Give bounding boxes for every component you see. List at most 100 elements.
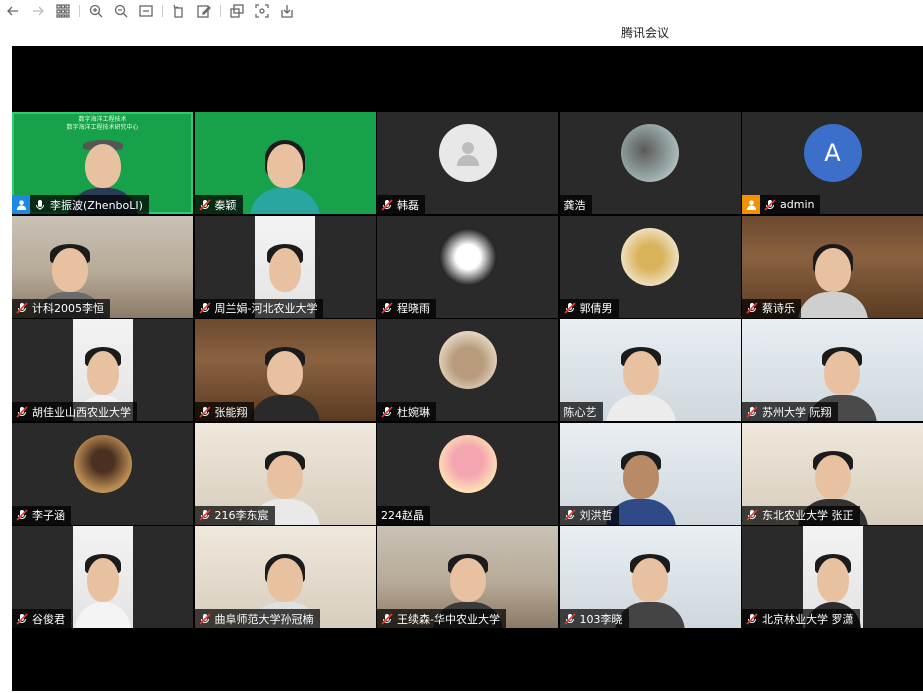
participant-name: 曲阜师范大学孙冠楠 [214, 612, 314, 626]
participant-nametag: 王续森-华中农业大学 [377, 609, 506, 628]
window-title: 腾讯会议 [620, 26, 669, 40]
participant-nametag: 张能翔 [194, 402, 254, 421]
mic-muted-icon [764, 198, 776, 211]
video-tile[interactable]: 谷俊君 [12, 526, 193, 628]
copy-icon[interactable] [228, 2, 246, 20]
participant-name: 程晓雨 [397, 302, 430, 315]
participant-video [250, 343, 320, 421]
participant-nametag: 蔡诗乐 [742, 298, 801, 318]
microphone-icon [36, 199, 44, 210]
video-tile[interactable]: 计科2005李恒 [12, 215, 193, 318]
grid-icon[interactable] [54, 2, 72, 20]
mic-muted-icon [198, 405, 211, 418]
fullscreen-icon[interactable] [253, 2, 271, 20]
participant-name: 龚浩 [563, 198, 586, 212]
participant-nametag: 李振波(ZhenboLI) [12, 195, 149, 214]
toolbar-divider [162, 5, 163, 17]
toolbar-divider [79, 5, 80, 17]
participant-nametag: 李子涵 [12, 505, 71, 525]
viewer-toolbar [0, 0, 923, 22]
video-tile[interactable]: 周兰娟-河北农业大学 [194, 215, 376, 318]
rotate-icon[interactable] [170, 2, 188, 20]
participant-nametag: 胡佳业山西农业大学 [12, 402, 137, 421]
participant-name: 周兰娟-河北农业大学 [214, 302, 318, 315]
participant-name: 陈心艺 [563, 405, 597, 419]
mic-muted-icon [563, 302, 576, 314]
video-tile[interactable]: 张能翔 [194, 319, 376, 421]
video-tile[interactable]: 韩磊 [377, 112, 558, 214]
video-tile[interactable]: 东北农业大学 张正 [742, 422, 923, 525]
download-icon[interactable] [278, 2, 296, 20]
video-tile[interactable]: 胡佳业山西农业大学 [12, 319, 193, 421]
video-tile[interactable]: 秦颖 [194, 112, 376, 214]
participant-name: 224赵晶 [381, 509, 424, 522]
forward-icon[interactable] [29, 2, 47, 20]
participant-name: 刘洪哲 [579, 509, 613, 522]
video-tile[interactable]: 216李东宸 [194, 422, 376, 525]
video-banner-text: 数字海洋工程技术 数字海洋工程技术研究中心 [66, 116, 139, 131]
default-avatar-icon [438, 124, 497, 182]
meeting-area: 数字海洋工程技术 数字海洋工程技术研究中心 李振波(ZhenboLI) 秦颖 韩磊 [12, 46, 923, 691]
mic-muted-icon [381, 405, 393, 418]
participant-name: 北京林业大学 罗潇 [762, 612, 854, 626]
video-tile[interactable]: 224赵晶 [377, 422, 558, 525]
participant-nametag: 曲阜师范大学孙冠楠 [194, 609, 320, 628]
mic-muted-icon [16, 612, 28, 625]
video-banner-text [215, 116, 356, 124]
mic-muted-icon [563, 509, 576, 521]
video-tile[interactable]: 李子涵 [12, 422, 193, 525]
avatar-letter: A [824, 139, 841, 167]
video-tile[interactable]: 郭倩男 [559, 215, 741, 318]
mic-muted-icon [746, 612, 758, 625]
edit-icon[interactable] [195, 2, 213, 20]
mic-muted-icon [198, 612, 211, 625]
video-tile[interactable]: 杜婉琳 [377, 319, 558, 421]
mic-muted-icon [381, 198, 393, 211]
participant-nametag: 224赵晶 [377, 505, 430, 525]
participant-name: 东北农业大学 张正 [762, 509, 854, 522]
participant-grid: 数字海洋工程技术 数字海洋工程技术研究中心 李振波(ZhenboLI) 秦颖 韩磊 [12, 112, 923, 628]
video-tile[interactable]: 陈心艺 [559, 319, 741, 421]
video-tile[interactable]: 数字海洋工程技术 数字海洋工程技术研究中心 李振波(ZhenboLI) [12, 112, 193, 214]
participant-nametag: 周兰娟-河北农业大学 [194, 298, 324, 318]
participant-video [605, 343, 676, 421]
fit-icon[interactable] [137, 2, 155, 20]
participant-nametag: 刘洪哲 [559, 505, 619, 525]
mic-muted-icon [563, 612, 576, 625]
participant-nametag: 陈心艺 [559, 402, 603, 421]
participant-nametag: 103李晓 [559, 609, 629, 628]
video-tile[interactable]: 曲阜师范大学孙冠楠 [194, 526, 376, 628]
video-tile[interactable]: 龚浩 [559, 112, 741, 214]
participant-name: 苏州大学 阮翔 [762, 405, 832, 419]
back-icon[interactable] [4, 2, 22, 20]
mic-muted-icon [746, 405, 758, 418]
participant-name: 李子涵 [32, 509, 65, 522]
avatar [438, 434, 497, 493]
zoom-out-icon[interactable] [112, 2, 130, 20]
video-tile[interactable]: 蔡诗乐 [742, 215, 923, 318]
mic-muted-icon [198, 198, 211, 211]
video-tile[interactable]: 刘洪哲 [559, 422, 741, 525]
video-tile[interactable]: 苏州大学 阮翔 [742, 319, 923, 421]
participant-nametag: 秦颖 [194, 195, 243, 214]
video-tile[interactable]: 103李晓 [559, 526, 741, 628]
video-tile[interactable]: 程晓雨 [377, 215, 558, 318]
mic-muted-icon [198, 509, 211, 521]
video-tile[interactable]: A admin [742, 112, 923, 214]
participant-video [72, 526, 133, 628]
participant-name: 谷俊君 [32, 612, 65, 626]
avatar [438, 227, 497, 286]
participant-figure [74, 550, 131, 628]
mic-muted-icon [746, 509, 758, 521]
avatar [621, 124, 679, 182]
participant-nametag: 韩磊 [377, 195, 425, 214]
video-tile[interactable]: 北京林业大学 罗潇 [742, 526, 923, 628]
participant-nametag: 程晓雨 [377, 298, 436, 318]
mic-muted-icon [16, 405, 28, 418]
mic-muted-icon [381, 302, 393, 314]
participant-name: 王续森-华中农业大学 [397, 612, 500, 626]
participant-nametag: 计科2005李恒 [12, 298, 110, 318]
video-tile[interactable]: 王续森-华中农业大学 [377, 526, 558, 628]
participant-nametag: 郭倩男 [559, 298, 619, 318]
zoom-in-icon[interactable] [87, 2, 105, 20]
